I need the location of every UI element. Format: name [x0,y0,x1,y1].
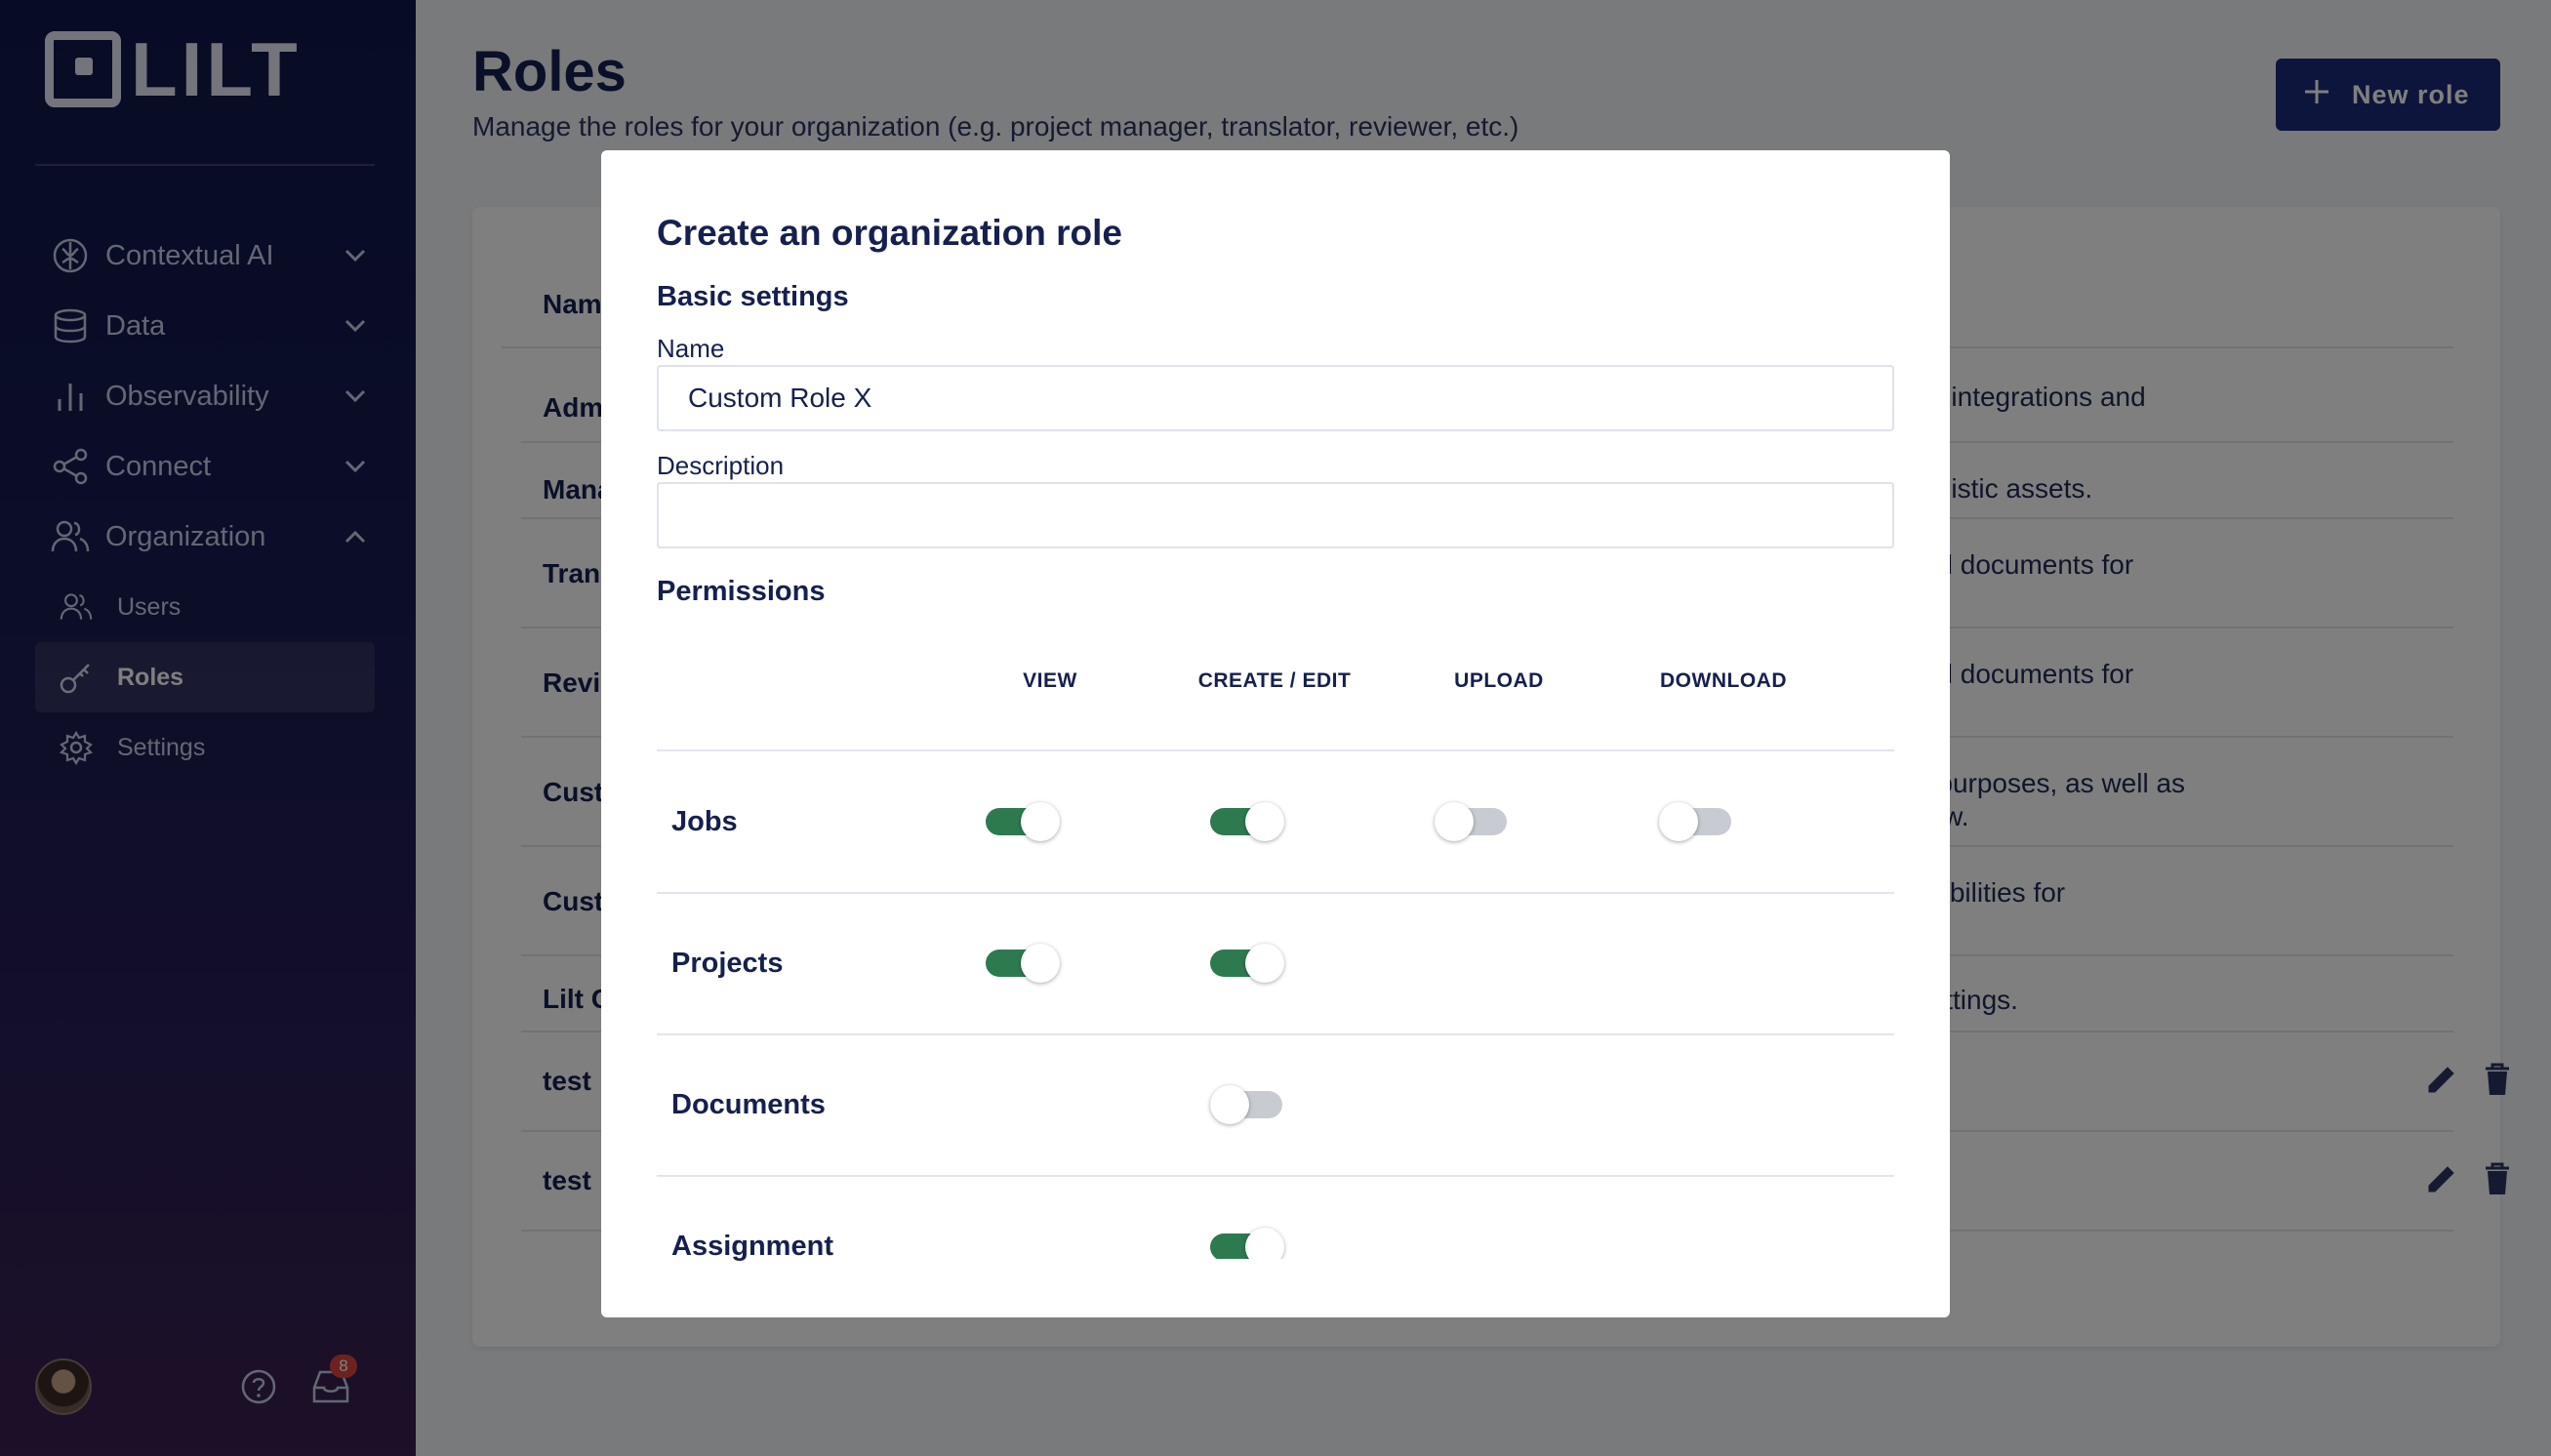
name-input[interactable] [657,365,1894,431]
column-header-upload: UPLOAD [1454,669,1544,692]
name-label: Name [657,334,725,363]
column-header-create-edit: CREATE / EDIT [1197,669,1352,692]
permission-name-projects: Projects [671,948,784,979]
permissions-divider [657,892,1894,894]
jobs-download-toggle[interactable] [1659,802,1731,841]
jobs-upload-toggle[interactable] [1435,802,1507,841]
basic-settings-heading: Basic settings [657,281,849,312]
dialog-title: Create an organization role [657,213,1122,253]
column-header-view: VIEW [1023,669,1077,692]
description-label: Description [657,451,785,480]
permission-name-jobs: Jobs [671,806,738,837]
assignment-toggle-clip [1206,1222,1294,1259]
permission-name-documents: Documents [671,1089,826,1120]
permissions-divider [657,1175,1894,1177]
permission-name-assignment: Assignment [671,1231,833,1262]
assignment-create-edit-toggle[interactable] [1210,1228,1284,1259]
permissions-divider [657,749,1894,751]
column-header-download: DOWNLOAD [1660,669,1787,692]
description-input[interactable] [657,482,1894,548]
projects-view-toggle[interactable] [986,944,1060,983]
jobs-create-edit-toggle[interactable] [1210,802,1284,841]
permissions-heading: Permissions [657,576,826,607]
projects-create-edit-toggle[interactable] [1210,944,1284,983]
create-role-dialog: Create an organization role Basic settin… [601,150,1950,1317]
permissions-divider [657,1033,1894,1035]
documents-create-edit-toggle[interactable] [1210,1085,1282,1124]
jobs-view-toggle[interactable] [986,802,1060,841]
